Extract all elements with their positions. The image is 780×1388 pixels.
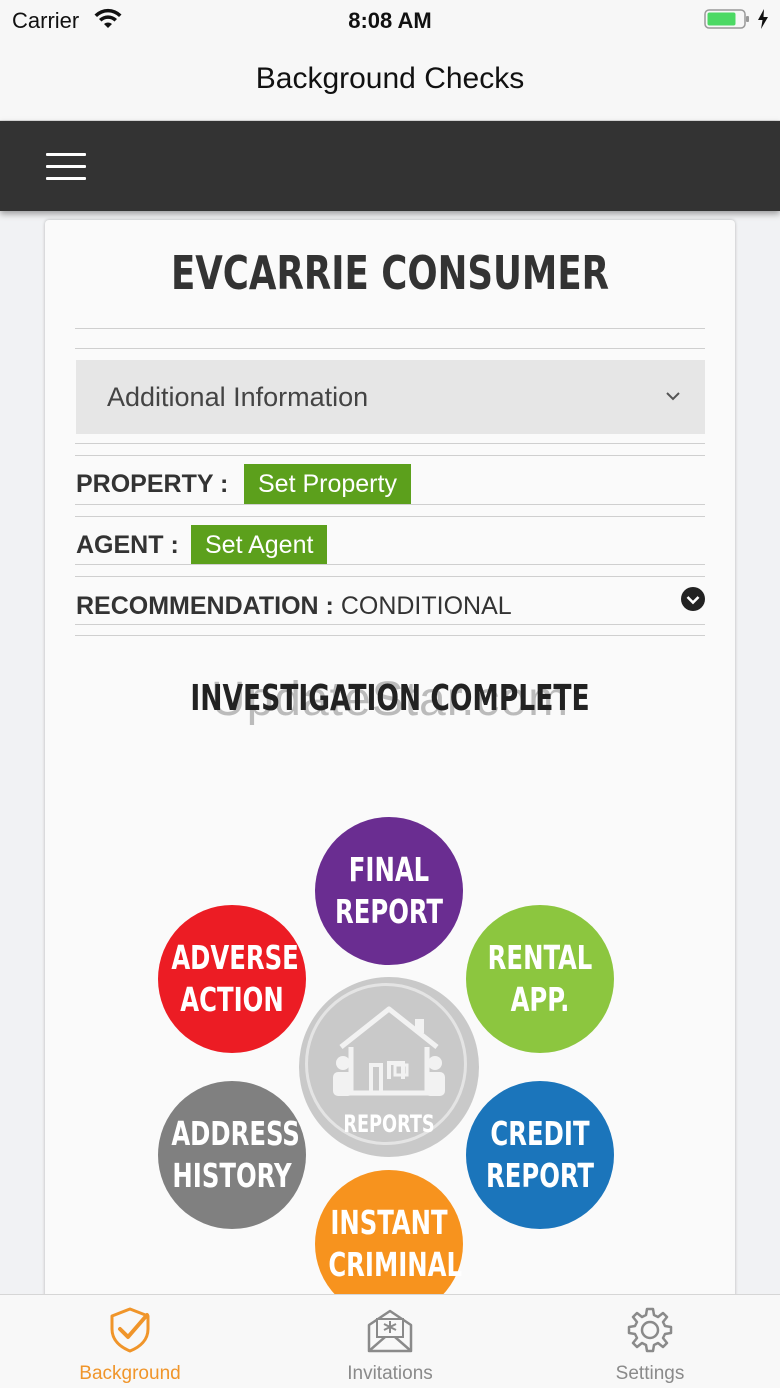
tab-background-label: Background: [79, 1363, 181, 1384]
final-report-line1: FINAL: [348, 850, 430, 889]
navigation-bar: Background Checks: [0, 40, 780, 121]
adverse-action-line1: ADVERSE: [171, 938, 299, 977]
additional-information-dropdown[interactable]: Additional Information: [76, 360, 705, 434]
charging-bolt-icon: [758, 9, 768, 29]
divider: [75, 443, 705, 444]
agent-label: AGENT :: [76, 531, 179, 559]
credit-report-line2: REPORT: [485, 1156, 595, 1195]
chevron-down-circle-icon[interactable]: [681, 587, 705, 611]
address-history-line2: HISTORY: [172, 1156, 292, 1195]
page-title: Background Checks: [255, 62, 525, 95]
tab-invitations-label: Invitations: [347, 1363, 433, 1384]
final-report-button[interactable]: FINAL REPORT: [315, 817, 463, 965]
additional-information-label: Additional Information: [107, 382, 369, 412]
divider: [75, 635, 705, 636]
divider: [75, 624, 705, 625]
reports-hub[interactable]: REPORTS: [299, 977, 479, 1157]
adverse-action-line2: ACTION: [180, 980, 284, 1019]
divider: [75, 564, 705, 565]
consumer-name: EVCARRIE CONSUMER: [170, 246, 610, 300]
tab-invitations[interactable]: Invitations: [260, 1295, 520, 1388]
instant-criminal-line2: CRIMINAL: [328, 1245, 463, 1284]
shield-check-icon: [110, 1307, 150, 1353]
consumer-card: EVCARRIE CONSUMER Additional Information…: [45, 220, 735, 1300]
menu-icon[interactable]: [46, 153, 86, 181]
address-history-button[interactable]: ADDRESS HISTORY: [158, 1081, 306, 1229]
tab-bar: Background Invitations Settings: [0, 1294, 780, 1388]
divider: [75, 504, 705, 505]
set-agent-button[interactable]: Set Agent: [191, 525, 328, 565]
chevron-down-icon: [666, 392, 680, 401]
rental-app-line2: APP.: [510, 980, 570, 1019]
investigation-status: INVESTIGATION COMPLETE: [190, 678, 590, 719]
instant-criminal-button[interactable]: INSTANT CRIMINAL: [315, 1170, 463, 1300]
adverse-action-button[interactable]: ADVERSE ACTION: [158, 905, 306, 1053]
recommendation-row: RECOMMENDATION : CONDITIONAL: [76, 592, 512, 621]
rental-app-line1: RENTAL: [487, 938, 593, 977]
divider: [75, 516, 705, 517]
divider: [75, 576, 705, 577]
tab-settings-label: Settings: [615, 1363, 685, 1384]
reports-hub-label: REPORTS: [343, 1110, 435, 1138]
envelope-icon: [367, 1309, 413, 1353]
gear-icon: [627, 1307, 673, 1353]
instant-criminal-line1: INSTANT: [330, 1203, 448, 1242]
house-icon: [333, 1006, 445, 1096]
tab-background[interactable]: Background: [0, 1295, 260, 1388]
tab-settings[interactable]: Settings: [520, 1295, 780, 1388]
divider: [75, 455, 705, 456]
recommendation-value: CONDITIONAL: [340, 592, 512, 620]
status-bar: Carrier 8:08 AM: [0, 0, 780, 40]
final-report-line2: REPORT: [334, 892, 444, 931]
divider: [75, 328, 705, 329]
recommendation-label: RECOMMENDATION :: [76, 592, 334, 620]
credit-report-button[interactable]: CREDIT REPORT: [466, 1081, 614, 1229]
divider: [75, 348, 705, 349]
set-property-button[interactable]: Set Property: [244, 464, 411, 504]
property-label: PROPERTY :: [76, 470, 229, 498]
rental-app-button[interactable]: RENTAL APP.: [466, 905, 614, 1053]
battery-icon: [704, 9, 749, 29]
address-history-line1: ADDRESS: [171, 1114, 300, 1153]
clock: 8:08 AM: [348, 8, 432, 33]
toolbar: [0, 121, 780, 211]
credit-report-line1: CREDIT: [490, 1114, 590, 1153]
